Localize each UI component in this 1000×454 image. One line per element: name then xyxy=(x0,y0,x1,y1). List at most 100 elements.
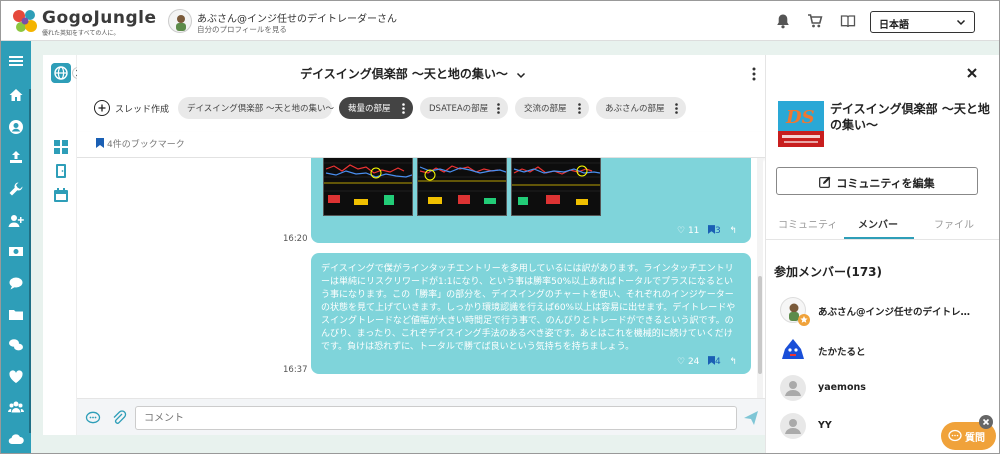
like-count: 24 xyxy=(687,357,700,367)
member-name: たかたると xyxy=(818,347,866,358)
folder-icon[interactable] xyxy=(8,307,24,323)
tab-label: DSATEAの部屋 xyxy=(429,104,489,114)
reply-icon[interactable]: ↰ xyxy=(729,357,737,367)
chat-panel: デイスイング倶楽部 〜天と地の集い〜 スレッド作成 デイスイング倶楽部 〜天と地… xyxy=(77,55,765,435)
tab-label: デイスイング倶楽部 〜天と地の集い〜 xyxy=(187,104,334,114)
community-info-panel: DS デイスイング倶楽部 〜天と地の集い〜 コミュニティを編集 コミュニティ メ… xyxy=(765,55,999,453)
tab-members[interactable]: メンバー xyxy=(858,216,898,231)
community-thumbnail[interactable]: DS xyxy=(778,101,824,147)
tab-files[interactable]: ファイル xyxy=(934,216,974,231)
member-item[interactable]: yaemons xyxy=(780,375,990,405)
bookmark-button[interactable]: 4 xyxy=(707,356,721,367)
cart-icon[interactable] xyxy=(807,13,823,29)
message-bubble: デイスイングで僕がラインタッチエントリーを多用しているには訳があります。ラインタ… xyxy=(311,253,751,374)
like-button[interactable]: ♡ 24 xyxy=(677,357,699,367)
add-user-icon[interactable] xyxy=(8,213,24,229)
close-icon[interactable] xyxy=(966,67,978,79)
nav-scrollbar[interactable] xyxy=(29,89,31,433)
bookmark-icon xyxy=(96,138,104,148)
sticker-icon[interactable] xyxy=(85,410,101,426)
language-select[interactable]: 日本語 xyxy=(870,11,975,33)
tab-more-icon[interactable] xyxy=(578,103,581,114)
comment-input[interactable] xyxy=(135,406,737,430)
comments-icon[interactable] xyxy=(8,337,24,353)
reply-icon[interactable]: ↰ xyxy=(729,226,737,236)
tab-more-icon[interactable] xyxy=(402,103,405,114)
member-item[interactable]: あぶさん@インジ任せのデイトレ… xyxy=(780,297,990,327)
money-icon[interactable] xyxy=(8,243,24,259)
member-name: YY xyxy=(818,420,832,431)
globe-icon[interactable] xyxy=(51,63,71,83)
tab-room-4[interactable]: あぶさんの部屋 xyxy=(596,97,686,119)
message-reactions: ♡ 11 3 ↰ xyxy=(677,225,737,236)
avatar xyxy=(780,297,810,326)
chat-scrollbar-thumb[interactable] xyxy=(758,276,762,374)
message-time: 16:20 xyxy=(283,234,308,244)
calendar-icon[interactable] xyxy=(53,187,69,203)
community-sidebar xyxy=(43,55,84,435)
user-icon[interactable] xyxy=(8,119,24,135)
tab-label: 裁量の部屋 xyxy=(348,104,391,114)
edit-community-button[interactable]: コミュニティを編集 xyxy=(776,167,978,195)
bell-icon[interactable] xyxy=(775,13,791,29)
member-item[interactable]: たかたると xyxy=(780,337,990,367)
tab-community[interactable]: コミュニティ xyxy=(778,216,837,231)
bookmark-button[interactable]: 3 xyxy=(707,225,721,236)
bookmark-count: 4 xyxy=(714,357,721,367)
left-navigation xyxy=(1,41,31,453)
message-composer xyxy=(77,398,765,435)
bookmark-bar[interactable]: 4件のブックマーク xyxy=(77,132,765,158)
chart-image[interactable] xyxy=(323,158,413,216)
grid-icon[interactable] xyxy=(53,139,69,155)
tab-room-3[interactable]: 交流の部屋 xyxy=(515,97,589,119)
avatar xyxy=(780,337,806,363)
chart-image[interactable] xyxy=(417,158,507,216)
chart-image[interactable] xyxy=(511,158,601,216)
heart-icon[interactable] xyxy=(8,369,24,385)
tab-room-2[interactable]: DSATEAの部屋 xyxy=(420,97,508,119)
chevron-down-icon xyxy=(956,19,966,26)
tab-more-icon[interactable] xyxy=(675,103,678,114)
attachment-icon[interactable] xyxy=(111,410,127,426)
message-text: デイスイングで僕がラインタッチエントリーを多用しているには訳があります。ラインタ… xyxy=(321,264,736,352)
members-heading: 参加メンバー(173) xyxy=(774,265,883,279)
logo-text: GogoJungle xyxy=(42,8,157,28)
tab-room-1[interactable]: 裁量の部屋 xyxy=(339,97,413,119)
send-icon[interactable] xyxy=(743,410,759,426)
book-icon[interactable] xyxy=(840,13,856,29)
upload-icon[interactable] xyxy=(8,149,24,165)
star-badge-icon xyxy=(798,314,810,326)
room-title[interactable]: デイスイング倶楽部 〜天と地の集い〜 xyxy=(77,65,749,82)
view-profile-link[interactable]: 自分のプロフィールを見る xyxy=(197,24,287,35)
edit-community-label: コミュニティを編集 xyxy=(836,177,935,190)
tab-room-0[interactable]: デイスイング倶楽部 〜天と地の集い〜 xyxy=(178,97,334,119)
chevron-down-icon xyxy=(516,72,525,78)
message-time: 16:37 xyxy=(283,365,308,375)
chat-icon[interactable] xyxy=(8,275,24,291)
question-chat-icon xyxy=(948,429,962,442)
avatar xyxy=(780,413,806,439)
group-icon[interactable] xyxy=(8,399,24,415)
logo-tagline: 優れた英知をすべての人に。 xyxy=(42,30,120,37)
close-icon xyxy=(982,418,990,426)
wrench-icon[interactable] xyxy=(8,181,24,197)
door-icon[interactable] xyxy=(53,163,69,179)
member-name: あぶさん@インジ任せのデイトレ… xyxy=(818,307,971,318)
member-name: yaemons xyxy=(818,382,866,393)
menu-icon[interactable] xyxy=(8,53,24,69)
avatar xyxy=(780,375,806,401)
tab-label: 交流の部屋 xyxy=(524,104,567,114)
home-icon[interactable] xyxy=(8,87,24,103)
tab-label: あぶさんの部屋 xyxy=(605,104,665,114)
tab-more-icon[interactable] xyxy=(497,103,500,114)
close-help-button[interactable] xyxy=(979,415,993,429)
more-options-icon[interactable] xyxy=(752,67,756,81)
like-button[interactable]: ♡ 11 xyxy=(677,226,699,236)
cloud-icon[interactable] xyxy=(8,431,24,447)
top-header: GogoJungle 優れた英知をすべての人に。 あぶさん@インジ任せのデイトレ… xyxy=(1,1,999,41)
create-thread-label: スレッド作成 xyxy=(115,105,170,115)
gogojungle-logo[interactable]: GogoJungle 優れた英知をすべての人に。 xyxy=(11,6,156,37)
bookmark-count: 4件のブックマーク xyxy=(107,140,185,150)
community-title: デイスイング倶楽部 〜天と地の集い〜 xyxy=(830,102,990,132)
chat-scrollbar[interactable] xyxy=(757,158,763,398)
